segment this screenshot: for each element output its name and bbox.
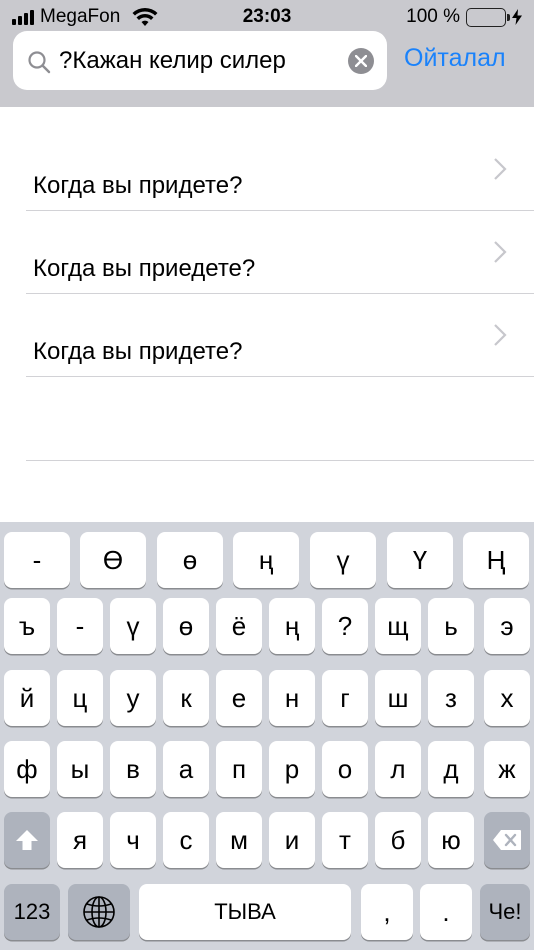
key[interactable]: Ү: [387, 532, 453, 588]
key[interactable]: щ: [375, 598, 421, 654]
result-text: Когда вы придете?: [33, 338, 243, 365]
search-results-list: Когда вы придете? Когда вы приедете? Ког…: [0, 107, 534, 522]
clear-search-button[interactable]: [348, 48, 374, 74]
key[interactable]: -: [4, 532, 70, 588]
chevron-right-icon: [494, 158, 507, 180]
key[interactable]: п: [216, 741, 262, 797]
key[interactable]: ң: [269, 598, 315, 654]
key[interactable]: ө: [157, 532, 223, 588]
key[interactable]: ъ: [4, 598, 50, 654]
key[interactable]: ь: [428, 598, 474, 654]
chevron-right-icon: [494, 324, 507, 346]
key[interactable]: я: [57, 812, 103, 868]
empty-row: [26, 377, 534, 461]
result-row[interactable]: Когда вы придете?: [26, 294, 534, 377]
key[interactable]: к: [163, 670, 209, 726]
charging-bolt-icon: [512, 9, 522, 25]
shift-key[interactable]: [4, 812, 50, 868]
key[interactable]: ю: [428, 812, 474, 868]
key[interactable]: ?: [322, 598, 368, 654]
key[interactable]: д: [428, 741, 474, 797]
key[interactable]: -: [57, 598, 103, 654]
key[interactable]: б: [375, 812, 421, 868]
delete-key[interactable]: [484, 812, 530, 868]
globe-key[interactable]: [68, 884, 130, 940]
key[interactable]: о: [322, 741, 368, 797]
comma-key[interactable]: ,: [361, 884, 413, 940]
key[interactable]: ё: [216, 598, 262, 654]
result-row[interactable]: Когда вы приедете?: [26, 211, 534, 294]
battery-percent: 100 %: [406, 6, 460, 27]
key[interactable]: х: [484, 670, 530, 726]
key[interactable]: з: [428, 670, 474, 726]
key[interactable]: ү: [110, 598, 156, 654]
keyboard: - Ө ө ң ү Ү Ң ъ - ү ө ё ң ? щ ь э й ц у …: [0, 522, 534, 950]
key[interactable]: н: [269, 670, 315, 726]
key[interactable]: Ө: [80, 532, 146, 588]
search-icon: [28, 51, 51, 74]
key[interactable]: ө: [163, 598, 209, 654]
backspace-icon: [493, 830, 521, 850]
key[interactable]: й: [4, 670, 50, 726]
globe-icon: [83, 896, 115, 928]
clear-icon: [355, 55, 367, 67]
key[interactable]: л: [375, 741, 421, 797]
result-row[interactable]: Когда вы придете?: [26, 128, 534, 211]
key[interactable]: р: [269, 741, 315, 797]
key[interactable]: и: [269, 812, 315, 868]
key[interactable]: ж: [484, 741, 530, 797]
key[interactable]: м: [216, 812, 262, 868]
key[interactable]: г: [322, 670, 368, 726]
return-key[interactable]: Че!: [480, 884, 530, 940]
key[interactable]: ы: [57, 741, 103, 797]
numbers-key[interactable]: 123: [4, 884, 60, 940]
status-right: 100 %: [406, 6, 522, 28]
search-field[interactable]: [13, 31, 387, 90]
chevron-right-icon: [494, 241, 507, 263]
key[interactable]: ч: [110, 812, 156, 868]
status-bar: MegaFon 23:03 100 %: [0, 0, 534, 34]
key[interactable]: а: [163, 741, 209, 797]
key[interactable]: ф: [4, 741, 50, 797]
key[interactable]: э: [484, 598, 530, 654]
search-header: MegaFon 23:03 100 % О: [0, 0, 534, 107]
key[interactable]: е: [216, 670, 262, 726]
key[interactable]: с: [163, 812, 209, 868]
cancel-button[interactable]: Ойталал: [404, 44, 506, 73]
period-key[interactable]: .: [420, 884, 472, 940]
key[interactable]: у: [110, 670, 156, 726]
key[interactable]: в: [110, 741, 156, 797]
key[interactable]: ң: [233, 532, 299, 588]
key[interactable]: ц: [57, 670, 103, 726]
key[interactable]: Ң: [463, 532, 529, 588]
key[interactable]: т: [322, 812, 368, 868]
key[interactable]: ш: [375, 670, 421, 726]
result-text: Когда вы придете?: [33, 172, 243, 199]
battery-icon: [466, 7, 510, 27]
result-text: Когда вы приедете?: [33, 255, 256, 282]
shift-icon: [16, 830, 38, 850]
key[interactable]: ү: [310, 532, 376, 588]
space-key[interactable]: ТЫВА: [139, 884, 351, 940]
search-input[interactable]: [59, 46, 339, 76]
